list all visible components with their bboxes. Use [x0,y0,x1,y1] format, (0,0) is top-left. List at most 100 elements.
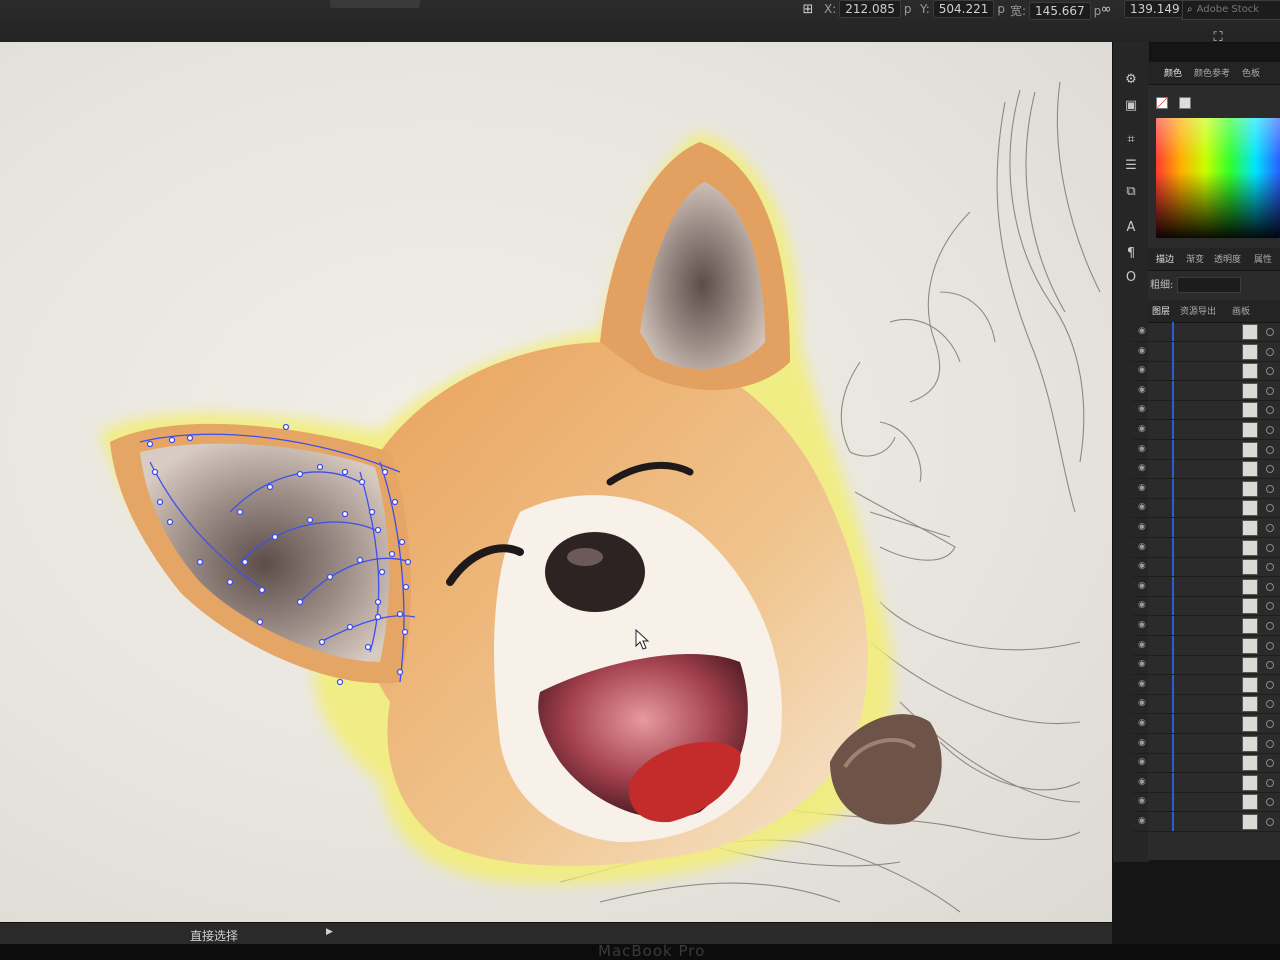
visibility-eye-icon[interactable]: ◉ [1138,326,1148,336]
layer-target-icon[interactable] [1266,582,1274,591]
visibility-eye-icon[interactable]: ◉ [1138,404,1148,414]
color-spectrum[interactable] [1156,118,1280,238]
layer-row[interactable]: ◉ [1132,576,1280,597]
layer-target-icon[interactable] [1266,720,1274,728]
visibility-eye-icon[interactable]: ◉ [1138,679,1148,689]
visibility-eye-icon[interactable]: ◉ [1138,620,1148,630]
layer-row[interactable]: ◉ [1132,400,1280,421]
visibility-eye-icon[interactable]: ◉ [1138,600,1148,610]
layer-row[interactable]: ◉ [1132,537,1280,558]
layer-target-icon[interactable] [1266,465,1274,474]
layer-target-icon[interactable] [1266,680,1274,689]
visibility-eye-icon[interactable]: ◉ [1138,757,1148,767]
layer-row[interactable]: ◉ [1132,380,1280,401]
visibility-eye-icon[interactable]: ◉ [1138,718,1148,728]
link-icon[interactable]: ∞ [1098,2,1114,18]
artboard-canvas[interactable] [0,42,1112,922]
layer-target-icon[interactable] [1266,347,1274,356]
layer-target-icon[interactable] [1266,328,1274,336]
status-menu-arrow-icon[interactable]: ▶ [326,927,333,937]
layer-row[interactable]: ◉ [1132,439,1280,460]
layer-target-icon[interactable] [1266,386,1274,395]
layer-target-icon[interactable] [1266,778,1274,787]
document-tab[interactable] [330,0,420,8]
layer-target-icon[interactable] [1266,484,1274,493]
visibility-eye-icon[interactable]: ◉ [1138,365,1148,375]
layer-target-icon[interactable] [1266,602,1274,611]
none-swatch[interactable] [1156,97,1168,109]
transform-constrain-icon[interactable]: ⛶ [1210,30,1226,46]
visibility-eye-icon[interactable]: ◉ [1138,463,1148,473]
layer-row[interactable]: ◉ [1132,733,1280,754]
tab-color[interactable]: 颜色 [1164,66,1182,79]
visibility-eye-icon[interactable]: ◉ [1138,542,1148,552]
layer-target-icon[interactable] [1266,622,1274,630]
tab-layers[interactable]: 图层 [1152,304,1170,317]
artboards-icon[interactable]: ⧉ [1121,182,1141,202]
tab-gradient[interactable]: 渐变 [1186,252,1204,265]
layer-target-icon[interactable] [1266,661,1274,670]
visibility-eye-icon[interactable]: ◉ [1138,816,1148,826]
tab-color-guide[interactable]: 颜色参考 [1194,66,1230,79]
layer-row[interactable]: ◉ [1132,772,1280,793]
layer-target-icon[interactable] [1266,445,1274,454]
layer-row[interactable]: ◉ [1132,361,1280,382]
layer-target-icon[interactable] [1266,700,1274,709]
tab-swatches[interactable]: 色板 [1242,66,1260,79]
layer-target-icon[interactable] [1266,524,1274,532]
layer-row[interactable]: ◉ [1132,635,1280,656]
tab-properties[interactable]: 属性 [1254,252,1272,265]
x-coordinate-field[interactable]: X: 212.085 p [824,0,912,18]
visibility-eye-icon[interactable]: ◉ [1138,483,1148,493]
visibility-eye-icon[interactable]: ◉ [1138,581,1148,591]
visibility-eye-icon[interactable]: ◉ [1138,522,1148,532]
y-coordinate-field[interactable]: Y: 504.221 p [920,0,1005,18]
paragraph-icon[interactable]: ¶ [1121,244,1141,264]
layer-row[interactable]: ◉ [1132,694,1280,715]
layer-target-icon[interactable] [1266,426,1274,434]
layer-row[interactable]: ◉ [1132,459,1280,480]
layer-target-icon[interactable] [1266,641,1274,650]
reference-point-icon[interactable]: ⊞ [800,2,816,18]
tab-transparency[interactable]: 透明度 [1214,252,1241,265]
character-icon[interactable]: A [1121,218,1141,238]
layer-row[interactable]: ◉ [1132,616,1280,636]
layer-row[interactable]: ◉ [1132,341,1280,362]
tab-stroke[interactable]: 描边 [1156,252,1174,265]
width-field[interactable]: 宽: 145.667 p [1010,2,1101,20]
layer-row[interactable]: ◉ [1132,792,1280,813]
stroke-weight-input[interactable] [1177,277,1242,293]
layer-row[interactable]: ◉ [1132,812,1280,832]
visibility-eye-icon[interactable]: ◉ [1138,796,1148,806]
layer-target-icon[interactable] [1266,406,1274,415]
visibility-eye-icon[interactable]: ◉ [1138,659,1148,669]
layer-row[interactable]: ◉ [1132,518,1280,538]
pathfinder-icon[interactable]: ☰ [1121,156,1141,176]
tab-asset-export[interactable]: 资源导出 [1180,304,1216,317]
layer-row[interactable]: ◉ [1132,674,1280,695]
layer-target-icon[interactable] [1266,563,1274,572]
layer-row[interactable]: ◉ [1132,420,1280,440]
layer-target-icon[interactable] [1266,759,1274,768]
visibility-eye-icon[interactable]: ◉ [1138,777,1148,787]
visibility-eye-icon[interactable]: ◉ [1138,738,1148,748]
layer-target-icon[interactable] [1266,504,1274,513]
visibility-eye-icon[interactable]: ◉ [1138,385,1148,395]
layer-target-icon[interactable] [1266,543,1274,552]
stock-search-input[interactable]: ⌕ Adobe Stock [1182,0,1280,20]
layer-row[interactable]: ◉ [1132,714,1280,734]
layer-row[interactable]: ◉ [1132,557,1280,578]
tab-artboards[interactable]: 画板 [1232,304,1250,317]
visibility-eye-icon[interactable]: ◉ [1138,444,1148,454]
layer-target-icon[interactable] [1266,739,1274,748]
visibility-eye-icon[interactable]: ◉ [1138,424,1148,434]
layer-row[interactable]: ◉ [1132,322,1280,342]
visibility-eye-icon[interactable]: ◉ [1138,502,1148,512]
transform-icon[interactable]: ▣ [1121,96,1141,116]
layer-row[interactable]: ◉ [1132,753,1280,774]
layer-row[interactable]: ◉ [1132,655,1280,676]
layer-target-icon[interactable] [1266,367,1274,376]
white-swatch[interactable] [1179,97,1192,109]
layer-target-icon[interactable] [1266,818,1274,826]
visibility-eye-icon[interactable]: ◉ [1138,346,1148,356]
